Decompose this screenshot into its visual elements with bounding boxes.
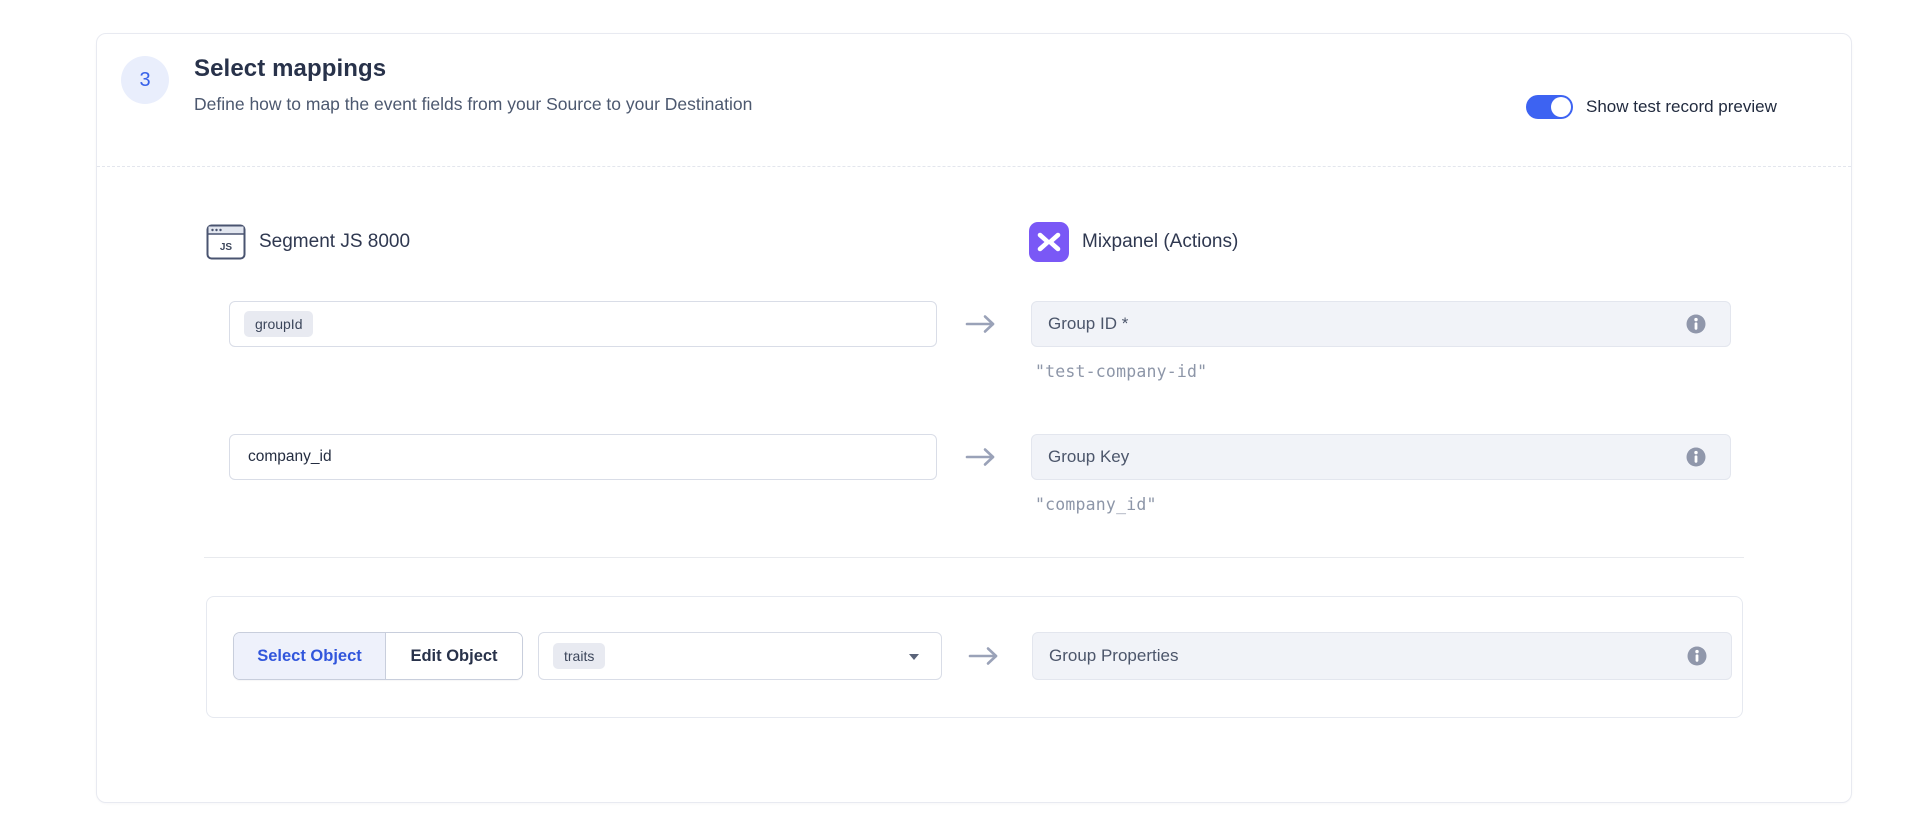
js-browser-icon: JS: [206, 222, 246, 262]
test-record-preview-value: "company_id": [1035, 495, 1157, 514]
destination-field-label: Group ID *: [1048, 314, 1128, 334]
source-field-groupid[interactable]: groupId: [229, 301, 937, 347]
arrow-right-icon: [961, 439, 1001, 475]
destination-field-group-properties[interactable]: Group Properties: [1032, 632, 1732, 680]
arrow-right-icon: [964, 638, 1004, 674]
step-number-badge: 3: [121, 56, 169, 104]
chevron-down-icon: [909, 654, 919, 660]
arrow-right-icon: [961, 306, 1001, 342]
toggle-knob: [1551, 97, 1571, 117]
show-test-record-toggle[interactable]: [1526, 95, 1573, 119]
destination-field-label: Group Properties: [1049, 646, 1178, 666]
object-mode-button-group: Select Object Edit Object: [233, 632, 523, 680]
toggle-label: Show test record preview: [1586, 95, 1777, 119]
object-mapping-card: Select Object Edit Object traits Group P…: [206, 596, 1743, 718]
destination-header: Mixpanel (Actions): [1029, 222, 1238, 262]
info-icon[interactable]: [1686, 314, 1706, 334]
svg-text:JS: JS: [220, 242, 233, 253]
destination-field-group-id[interactable]: Group ID *: [1031, 301, 1731, 347]
info-icon[interactable]: [1686, 447, 1706, 467]
section-divider: [204, 557, 1744, 558]
destination-field-group-key[interactable]: Group Key: [1031, 434, 1731, 480]
page: 3 Select mappings Define how to map the …: [0, 0, 1906, 836]
page-title: Select mappings: [194, 52, 386, 86]
dropdown-selected-token[interactable]: traits: [553, 643, 605, 669]
select-object-button[interactable]: Select Object: [234, 633, 386, 679]
destination-name: Mixpanel (Actions): [1082, 231, 1238, 253]
info-icon[interactable]: [1687, 646, 1707, 666]
source-header: JS Segment JS 8000: [206, 222, 410, 262]
destination-field-label: Group Key: [1048, 447, 1129, 467]
edit-object-button[interactable]: Edit Object: [386, 633, 522, 679]
source-field-company-id[interactable]: [229, 434, 937, 480]
source-name: Segment JS 8000: [259, 231, 410, 253]
header-divider: [97, 166, 1851, 167]
object-source-dropdown[interactable]: traits: [538, 632, 942, 680]
select-mappings-card: 3 Select mappings Define how to map the …: [96, 33, 1852, 803]
test-record-preview-value: "test-company-id": [1035, 362, 1207, 381]
source-token[interactable]: groupId: [244, 311, 313, 337]
mixpanel-icon: [1029, 222, 1069, 262]
page-subtitle: Define how to map the event fields from …: [194, 92, 752, 116]
source-field-input[interactable]: [244, 435, 922, 479]
